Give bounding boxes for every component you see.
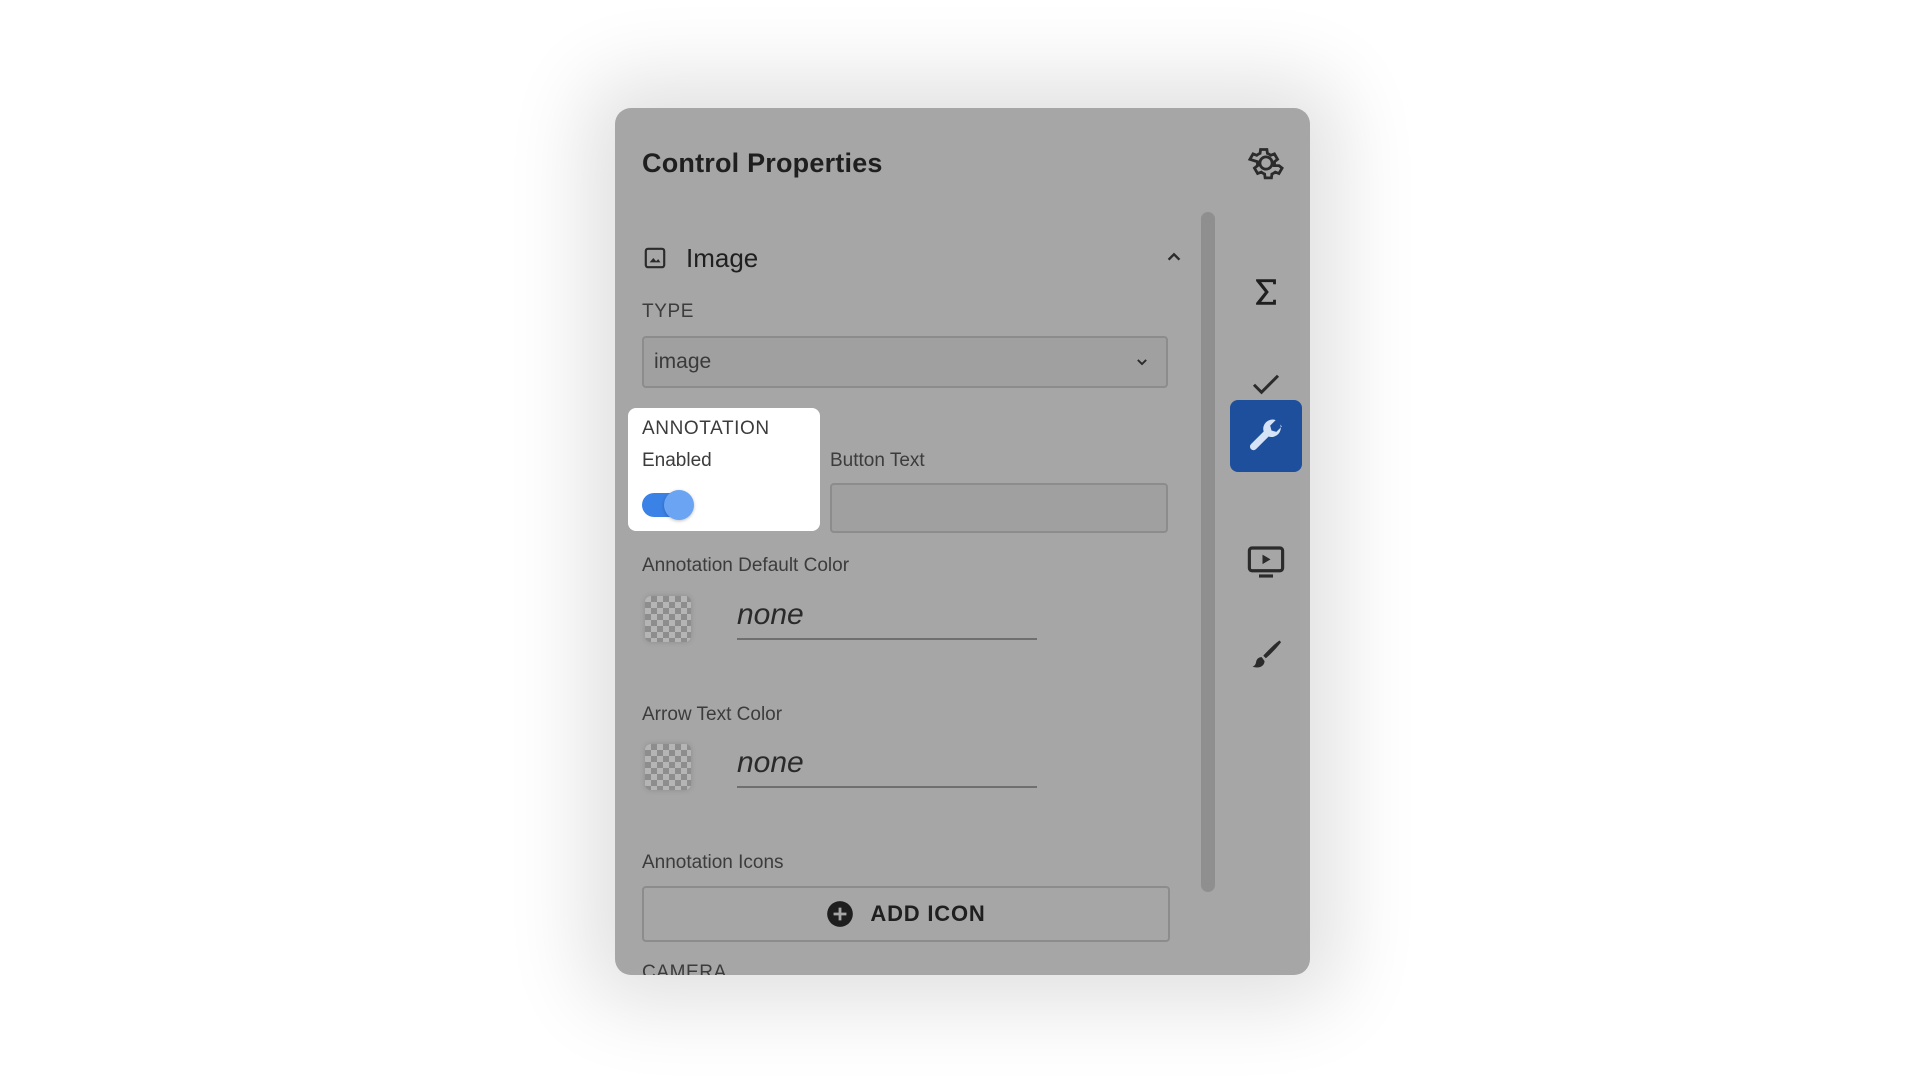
annotation-enabled-toggle[interactable]	[642, 490, 694, 520]
type-select[interactable]: image	[642, 336, 1168, 388]
annotation-default-color-input[interactable]: none	[737, 598, 1037, 640]
annotation-default-color-label: Annotation Default Color	[642, 555, 850, 576]
rail-item-preview[interactable]	[1230, 526, 1302, 598]
enabled-label: Enabled	[642, 450, 712, 471]
sigma-icon	[1256, 279, 1276, 305]
arrow-text-color-label: Arrow Text Color	[642, 704, 783, 725]
toggle-thumb	[664, 490, 694, 520]
button-text-label: Button Text	[830, 450, 925, 471]
button-text-input[interactable]	[830, 483, 1168, 533]
rail-item-sigma[interactable]	[1230, 256, 1302, 328]
annotation-icons-label: Annotation Icons	[642, 852, 784, 873]
gear-icon[interactable]	[1245, 142, 1287, 184]
annotation-default-color-swatch[interactable]	[645, 596, 691, 642]
section-label: Image	[686, 242, 759, 273]
image-icon	[644, 247, 666, 269]
add-icon-label: ADD ICON	[870, 901, 986, 926]
type-label: TYPE	[642, 301, 695, 322]
type-select-value: image	[654, 350, 712, 373]
scrollbar[interactable]	[1201, 212, 1215, 892]
annotation-title: ANNOTATION	[642, 418, 770, 439]
annotation-toggle-group: ANNOTATION Enabled	[628, 408, 820, 531]
rail-item-wrench[interactable]	[1230, 400, 1302, 472]
chevron-up-icon[interactable]	[1161, 244, 1187, 270]
plus-circle-icon	[827, 901, 854, 927]
brush-icon	[1252, 640, 1282, 668]
add-icon-button[interactable]: ADD ICON	[642, 886, 1170, 942]
arrow-text-color-input[interactable]: none	[737, 746, 1037, 788]
rail-item-brush[interactable]	[1230, 618, 1302, 690]
play-screen-icon	[1247, 546, 1285, 578]
panel-title: Control Properties	[642, 148, 883, 178]
camera-label: CAMERA	[642, 962, 727, 975]
backdrop: Control Properties Image TYPE image ANNO…	[0, 0, 1920, 1080]
chevron-down-icon	[1137, 359, 1147, 366]
wrench-icon	[1249, 419, 1282, 451]
check-icon	[1252, 374, 1280, 395]
image-section-header[interactable]: Image	[642, 236, 1187, 280]
control-properties-panel: Control Properties Image TYPE image ANNO…	[615, 108, 1310, 975]
arrow-text-color-swatch[interactable]	[645, 744, 691, 790]
